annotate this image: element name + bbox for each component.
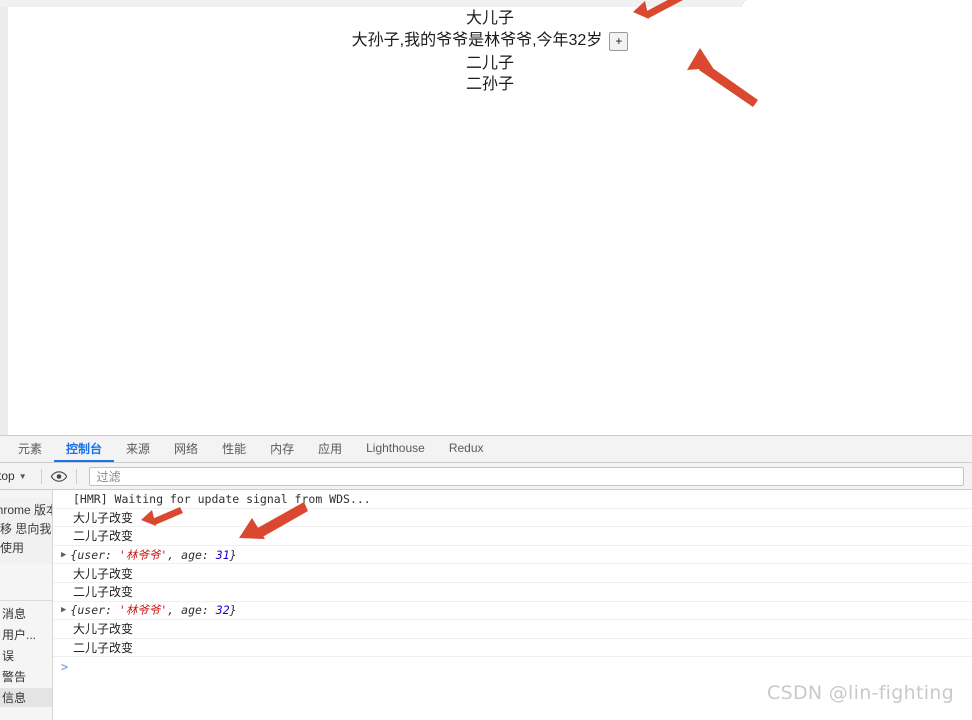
tab-sources[interactable]: 来源 [114,436,162,462]
object-value-age: 31 [215,547,230,562]
console-message: 大儿子改变 [53,509,972,528]
console-message: 二儿子改变 [53,583,972,602]
tab-application[interactable]: 应用 [306,436,354,462]
watermark: CSDN @lin-fighting [767,682,954,704]
execution-context-value: top [0,469,15,483]
sidebar-filter-warnings[interactable]: 警告 [0,667,52,686]
execution-context-selector[interactable]: top ▼ [0,469,35,483]
object-key-age: age: [181,547,209,562]
eye-icon[interactable] [48,467,70,485]
disclosure-triangle-icon[interactable]: ▶ [61,605,66,615]
tab-lighthouse[interactable]: Lighthouse [354,436,437,462]
console-message: 二儿子改变 [53,527,972,546]
sidebar-divider [0,600,52,601]
toolbar-divider [40,468,42,484]
prompt-caret-icon: > [61,660,69,675]
sidebar-filter-list: 消息 用户... 误 警告 信息 [0,604,52,707]
grandson-text: 大孙子,我的爷爷是林爷爷,今年32岁 [351,32,603,49]
disclosure-triangle-icon[interactable]: ▶ [61,550,66,560]
tab-memory[interactable]: 内存 [258,436,306,462]
sidebar-filter-user-messages[interactable]: 用户... [0,625,52,644]
object-key-age: age: [181,603,209,618]
console-sidebar: Chrome 版本中移 思向我们 制使用 消息 用户... 误 警告 信息 [0,490,53,720]
tab-performance[interactable]: 性能 [210,436,258,462]
devtools-panel: 元素 控制台 来源 网络 性能 内存 应用 Lighthouse Redux t… [0,435,972,720]
increment-age-button[interactable]: + [609,31,629,51]
console-message: 大儿子改变 [53,620,972,639]
object-key-user: user: [77,547,112,562]
page-line-grandson: 大孙子,我的爷爷是林爷爷,今年32岁 + [8,29,972,53]
sidebar-filter-errors[interactable]: 误 [0,646,52,665]
page-line-second-grandson: 二孙子 [465,76,514,93]
toolbar-divider-2 [75,468,77,484]
devtools-tabbar: 元素 控制台 来源 网络 性能 内存 应用 Lighthouse Redux [0,436,972,463]
object-value-user: '林爷爷' [118,547,168,562]
chevron-down-icon: ▼ [18,471,27,481]
console-filter-input[interactable]: 过滤 [88,466,964,486]
page-line-eldest-son: 大儿子 [465,10,514,27]
tab-redux[interactable]: Redux [437,436,496,462]
sidebar-filter-messages[interactable]: 消息 [0,604,52,623]
object-key-user: user: [77,603,112,618]
console-prompt[interactable]: > [53,657,972,677]
page-viewport: 大儿子 大孙子,我的爷爷是林爷爷,今年32岁 + 二儿子 二孙子 [0,7,972,435]
console-message-object[interactable]: ▶ { user: '林爷爷' , age: 32 } [53,602,972,621]
screenshot-root: 大儿子 大孙子,我的爷爷是林爷爷,今年32岁 + 二儿子 二孙子 元素 控制台 … [0,0,972,720]
tab-elements[interactable]: 元素 [6,436,54,462]
browser-tab-edge [742,0,972,7]
console-sidebar-notice: Chrome 版本中移 思向我们 制使用 [0,498,52,564]
console-message: 二儿子改变 [53,639,972,658]
sidebar-filter-info[interactable]: 信息 [0,688,52,707]
console-toolbar: top ▼ 过滤 [0,463,972,490]
console-message: 大儿子改变 [53,564,972,583]
console-message-object[interactable]: ▶ { user: '林爷爷' , age: 31 } [53,546,972,565]
object-value-age: 32 [215,603,230,618]
page-content: 大儿子 大孙子,我的爷爷是林爷爷,今年32岁 + 二儿子 二孙子 [8,7,972,95]
object-value-user: '林爷爷' [118,603,168,618]
page-line-second-son: 二儿子 [465,55,514,72]
tab-console[interactable]: 控制台 [54,436,115,462]
console-message: [HMR] Waiting for update signal from WDS… [53,490,972,509]
console-filter-placeholder: 过滤 [96,469,121,484]
tab-network[interactable]: 网络 [162,436,210,462]
